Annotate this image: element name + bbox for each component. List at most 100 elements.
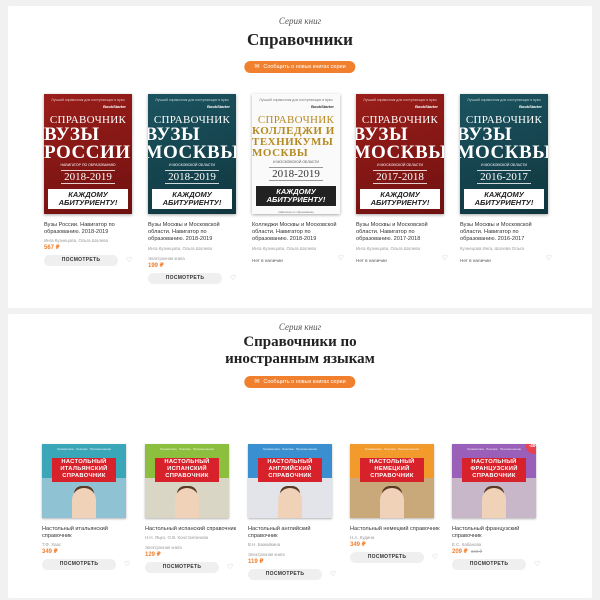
- book-title[interactable]: Настольный итальянский справочник: [42, 526, 134, 540]
- cover-line3: СПРАВОЧНИК: [165, 473, 209, 479]
- view-book-button[interactable]: ПОСМОТРЕТЬ: [44, 255, 118, 267]
- book-cover[interactable]: Грамматика · Лексика · Произношение НАСТО…: [248, 444, 332, 518]
- cover-person: [278, 488, 302, 518]
- book-title[interactable]: Настольный немецкий справочник: [350, 526, 442, 533]
- book-card: Грамматика · Лексика · Произношение НАСТО…: [452, 444, 544, 571]
- book-cover[interactable]: Грамматика · Лексика · Произношение НАСТО…: [452, 444, 536, 518]
- favorite-heart-icon[interactable]: ♡: [330, 571, 336, 578]
- cover-line3: СПРАВОЧНИК: [62, 473, 106, 479]
- cover-person: [175, 488, 199, 518]
- cover-banner: НАСТОЛЬНЫЙ ИСПАНСКИЙ СПРАВОЧНИК: [155, 458, 219, 482]
- favorite-heart-icon[interactable]: ♡: [126, 257, 132, 264]
- out-of-stock-label: Нет в наличии: [356, 257, 387, 263]
- book-price-value: 209 ₽: [452, 549, 468, 556]
- cover-subtitle: И МОСКОВСКОЙ ОБЛАСТИ: [273, 160, 319, 164]
- book-cover[interactable]: Лучший справочник для поступающих в вузы…: [252, 94, 340, 214]
- book-title[interactable]: Вузы Москвы и Московской области. Навига…: [356, 222, 448, 244]
- view-book-button[interactable]: ПОСМОТРЕТЬ: [248, 569, 322, 581]
- cover-years: 2018-2019: [165, 170, 219, 184]
- cover-top-text: Лучший справочник для поступающих в вузы: [363, 98, 437, 102]
- book-card: Грамматика · Лексика · Произношение НАСТО…: [42, 444, 134, 571]
- view-book-button[interactable]: ПОСМОТРЕТЬ: [350, 552, 424, 564]
- cover-top-text: Лучший справочник для поступающих в вузы: [155, 98, 229, 102]
- subscribe-series-label: Сообщить о новых книгах серии: [263, 64, 346, 70]
- cover-word2: КОЛЛЕДЖИ И ТЕХНИКУМЫ МОСКВЫ: [252, 125, 335, 159]
- book-cover[interactable]: Лучший справочник для поступающих в вузы…: [460, 94, 548, 214]
- subscribe-series-button[interactable]: ✉ Сообщить о новых книгах серии: [244, 376, 356, 388]
- series-section-languages: Серия книг Справочники по иностранным яз…: [8, 314, 592, 598]
- mail-icon: ✉: [254, 64, 260, 70]
- cover-top-text: Лучший справочник для поступающих в вузы: [259, 98, 333, 102]
- favorite-heart-icon[interactable]: ♡: [227, 564, 233, 571]
- book-author: Н.А. Кудина: [350, 535, 375, 541]
- cover-word2: ВУЗЫ МОСКВЫ: [356, 124, 444, 163]
- view-book-button[interactable]: ПОСМОТРЕТЬ: [42, 559, 116, 571]
- book-format-label: Электронная книга: [148, 255, 185, 261]
- book-title[interactable]: Настольный испанский справочник: [145, 526, 237, 533]
- book-price: 349 ₽: [350, 541, 442, 548]
- book-author: Кузнецова Инга, Шолева Ольга: [460, 245, 524, 251]
- subscribe-series-label: Сообщить о новых книгах серии: [263, 379, 346, 385]
- book-title[interactable]: Настольный английский справочник: [248, 526, 340, 540]
- book-price: 567 ₽: [44, 245, 60, 252]
- cover-brand: BookStarter: [519, 104, 542, 109]
- favorite-heart-icon[interactable]: ♡: [124, 561, 130, 568]
- book-cover[interactable]: Грамматика · Лексика · Произношение НАСТО…: [42, 444, 126, 518]
- cover-person: [380, 488, 404, 518]
- book-cover[interactable]: Грамматика · Лексика · Произношение НАСТО…: [350, 444, 434, 518]
- view-book-button[interactable]: ПОСМОТРЕТЬ: [148, 272, 222, 284]
- section-title: Справочники: [247, 30, 353, 49]
- cover-top-text: Лучший справочник для поступающих в вузы: [51, 98, 125, 102]
- book-author: Н.Н. Яцко, О.В. Константинова: [145, 535, 209, 541]
- cover-subtitle: И МОСКОВСКОЙ ОБЛАСТИ: [481, 163, 527, 167]
- book-price: 209 ₽349 ₽: [452, 548, 544, 555]
- favorite-heart-icon[interactable]: ♡: [546, 255, 552, 262]
- book-card: Грамматика · Лексика · Произношение НАСТО…: [145, 444, 237, 574]
- book-title[interactable]: Вузы Москвы и Московской области. Навига…: [460, 222, 552, 244]
- cover-slogan: КАЖДОМУ АБИТУРИЕНТУ!: [360, 189, 440, 209]
- book-price: 119 ₽: [248, 558, 340, 565]
- cover-line1: НАСТОЛЬНЫЙ: [471, 459, 517, 465]
- book-price: 129 ₽: [145, 551, 237, 558]
- book-price: 199 ₽: [148, 262, 164, 269]
- favorite-heart-icon[interactable]: ♡: [442, 255, 448, 262]
- book-title[interactable]: Вузы Москвы и Московской области. Навига…: [148, 222, 240, 244]
- cover-slogan: КАЖДОМУ АБИТУРИЕНТУ!: [152, 189, 232, 209]
- cover-line1: НАСТОЛЬНЫЙ: [164, 459, 210, 465]
- book-title[interactable]: Колледжи Москвы и Московской области. На…: [252, 222, 344, 244]
- cover-language: ИСПАНСКИЙ: [167, 466, 207, 472]
- cover-years: 2018-2019: [269, 167, 323, 181]
- cover-language: АНГЛИЙСКИЙ: [268, 466, 312, 472]
- cover-bottom-text: Навигатор по образованию: [50, 213, 126, 214]
- book-title[interactable]: Вузы России. Навигатор по образованию. 2…: [44, 222, 136, 236]
- book-cover[interactable]: Лучший справочник для поступающих в вузы…: [44, 94, 132, 214]
- discount-badge: -40%: [526, 444, 536, 454]
- cover-line1: НАСТОЛЬНЫЙ: [369, 459, 415, 465]
- series-section-reference: Серия книг Справочники ✉ Сообщить о новы…: [8, 6, 592, 308]
- section-title-line1: Справочники по: [243, 334, 357, 350]
- book-author: Инга Кузнецова, Ольга Шолева: [44, 238, 108, 244]
- subscribe-series-button[interactable]: ✉ Сообщить о новых книгах серии: [244, 61, 356, 73]
- book-author: Т.Ф. Хаас: [42, 542, 62, 548]
- book-card: Грамматика · Лексика · Произношение НАСТО…: [350, 444, 442, 564]
- favorite-heart-icon[interactable]: ♡: [230, 275, 236, 282]
- cover-banner: НАСТОЛЬНЫЙ НЕМЕЦКИЙ СПРАВОЧНИК: [360, 458, 424, 482]
- mail-icon: ✉: [254, 379, 260, 385]
- view-book-button[interactable]: ПОСМОТРЕТЬ: [452, 559, 526, 571]
- cover-banner: НАСТОЛЬНЫЙ АНГЛИЙСКИЙ СПРАВОЧНИК: [258, 458, 322, 482]
- book-card: Лучший справочник для поступающих в вузы…: [148, 94, 240, 284]
- favorite-heart-icon[interactable]: ♡: [338, 255, 344, 262]
- cover-person: [482, 488, 506, 518]
- cover-bottom-text: Навигатор по образованию: [362, 213, 438, 214]
- book-price: 349 ₽: [42, 548, 134, 555]
- book-cover[interactable]: Грамматика · Лексика · Произношение НАСТО…: [145, 444, 229, 518]
- view-book-button[interactable]: ПОСМОТРЕТЬ: [145, 562, 219, 574]
- book-cover[interactable]: Лучший справочник для поступающих в вузы…: [356, 94, 444, 214]
- favorite-heart-icon[interactable]: ♡: [432, 554, 438, 561]
- book-title[interactable]: Настольный французский справочник: [452, 526, 544, 540]
- favorite-heart-icon[interactable]: ♡: [534, 561, 540, 568]
- cover-banner: НАСТОЛЬНЫЙ ФРАНЦУЗСКИЙ СПРАВОЧНИК: [462, 458, 526, 482]
- cover-top-text: Грамматика · Лексика · Произношение: [364, 447, 420, 451]
- book-cover[interactable]: Лучший справочник для поступающих в вузы…: [148, 94, 236, 214]
- cover-bottom-text: Навигатор по образованию: [154, 213, 230, 214]
